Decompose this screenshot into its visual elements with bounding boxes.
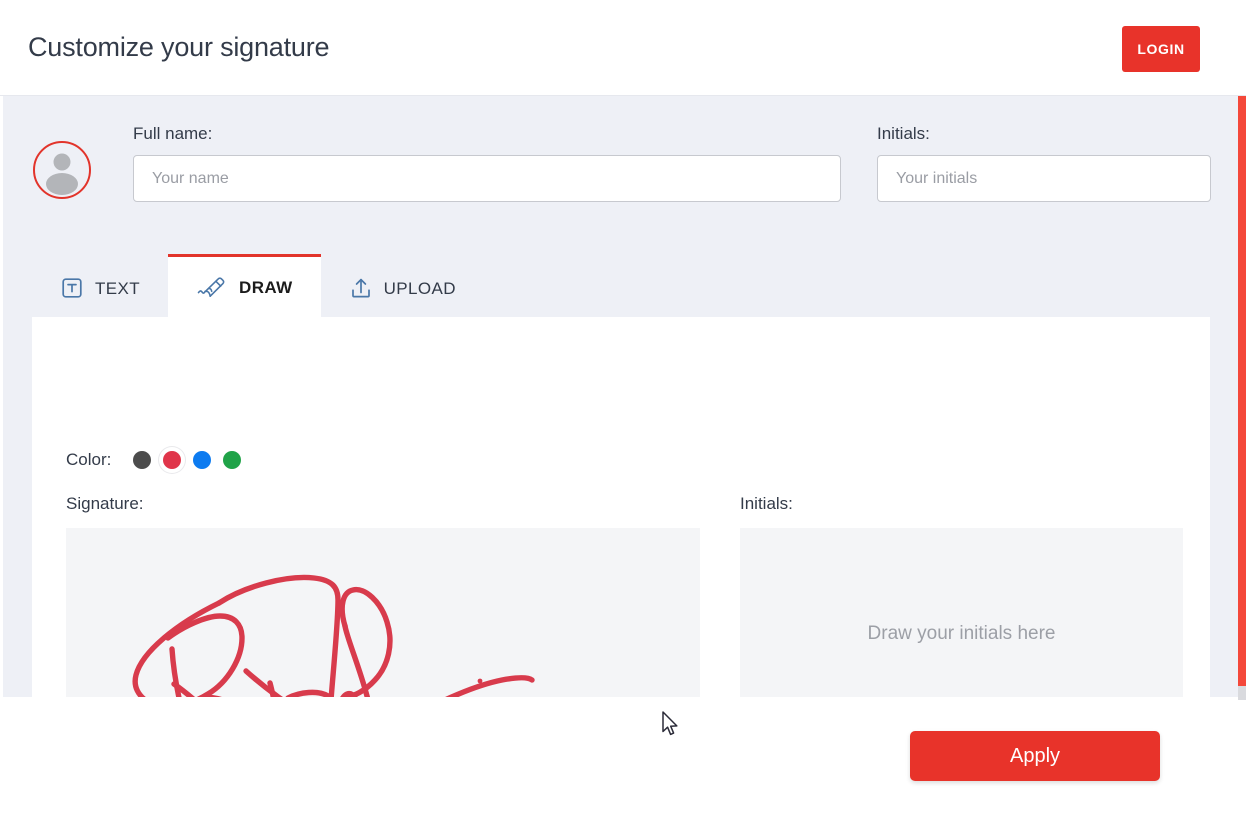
name-form-row: Full name: Initials: xyxy=(3,96,1238,251)
initials-draw-canvas[interactable]: Draw your initials here xyxy=(740,528,1183,697)
initials-canvas-placeholder: Draw your initials here xyxy=(867,623,1056,644)
text-box-icon xyxy=(60,276,84,300)
signature-mode-tabs: TEXT DRAW UPLOAD xyxy=(32,254,1210,317)
signature-stroke xyxy=(132,574,535,697)
fullname-label: Full name: xyxy=(133,124,213,143)
avatar xyxy=(33,141,91,199)
modal-body: Full name: Initials: TEXT xyxy=(3,96,1238,697)
initials-label: Initials: xyxy=(877,124,930,143)
fullname-input[interactable] xyxy=(133,155,841,202)
color-swatch-dark-gray[interactable] xyxy=(133,451,152,469)
draw-tab-panel: Color: Signature: Initials: Draw your in… xyxy=(32,317,1210,697)
apply-button[interactable]: Apply xyxy=(910,731,1160,781)
vertical-scrollbar-track[interactable] xyxy=(1238,96,1246,700)
tab-upload[interactable]: UPLOAD xyxy=(321,259,484,317)
initials-canvas-block: Initials: Draw your initials here xyxy=(740,494,1183,697)
initials-canvas-label: Initials: xyxy=(740,494,793,513)
login-button[interactable]: LOGIN xyxy=(1122,26,1200,72)
color-swatch-green[interactable] xyxy=(223,451,242,469)
signature-canvas-label: Signature: xyxy=(66,494,144,513)
modal-header: Customize your signature LOGIN xyxy=(0,0,1246,96)
color-swatch-blue[interactable] xyxy=(193,451,212,469)
modal-footer: Apply xyxy=(0,700,1246,820)
initials-input[interactable] xyxy=(877,155,1211,202)
pen-nib-icon xyxy=(196,275,228,299)
signature-draw-canvas[interactable] xyxy=(66,528,700,697)
color-swatch-red[interactable] xyxy=(163,451,182,469)
user-silhouette-icon xyxy=(46,153,78,195)
tab-upload-label: UPLOAD xyxy=(383,278,456,298)
signature-canvas-block: Signature: xyxy=(66,494,700,697)
tab-draw[interactable]: DRAW xyxy=(168,254,321,317)
tab-draw-label: DRAW xyxy=(239,277,293,297)
tab-text[interactable]: TEXT xyxy=(32,259,168,317)
page-title: Customize your signature xyxy=(28,32,330,62)
color-picker: Color: xyxy=(66,450,253,470)
initials-field-group: Initials: xyxy=(877,124,1211,202)
signature-customizer-app: Customize your signature LOGIN Full name… xyxy=(0,0,1246,820)
vertical-scrollbar-thumb[interactable] xyxy=(1238,96,1246,686)
tab-text-label: TEXT xyxy=(95,278,141,298)
fullname-field-group: Full name: xyxy=(133,124,841,202)
upload-icon xyxy=(349,276,373,300)
color-label: Color: xyxy=(66,450,112,469)
